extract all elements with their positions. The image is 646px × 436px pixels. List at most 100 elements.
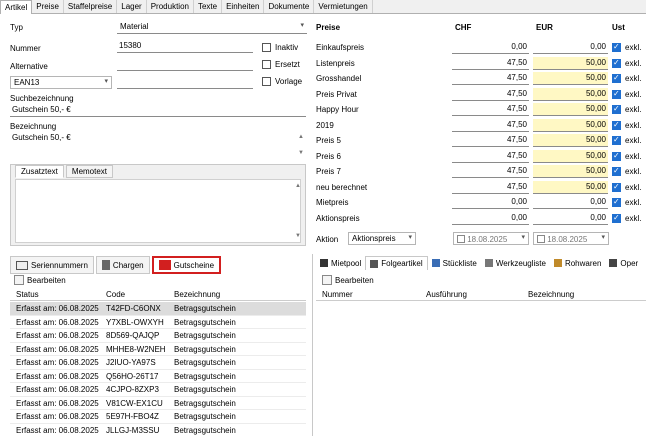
tab-dokumente[interactable]: Dokumente xyxy=(264,0,315,13)
bearbeiten-button-right[interactable]: Bearbeiten xyxy=(322,273,374,287)
scroll-up-icon[interactable]: ▲ xyxy=(295,183,301,189)
table-row[interactable]: Erfasst am: 06.08.2025 8D569-QAJQP Betrags… xyxy=(10,329,306,343)
table-row[interactable]: Erfasst am: 06.08.2025 4CJPO-8ZXP3 Betrags… xyxy=(10,383,306,397)
price-chf-field[interactable]: 47,50 xyxy=(452,149,529,163)
ersetzt-label: Ersetzt xyxy=(275,60,300,69)
tab-einheiten[interactable]: Einheiten xyxy=(222,0,265,13)
aktion-date-from[interactable]: 18.08.2025 ▾ xyxy=(453,232,529,245)
price-eur-field[interactable]: 50,00 xyxy=(533,149,608,163)
table-row[interactable]: Erfasst am: 06.08.2025 Q56HO-26T17 Betrags… xyxy=(10,370,306,383)
tab-stückliste[interactable]: Stückliste xyxy=(428,256,481,270)
ean-field[interactable] xyxy=(117,76,253,89)
ust-checkbox[interactable] xyxy=(612,104,621,114)
tab-vermietungen[interactable]: Vermietungen xyxy=(314,0,373,13)
price-eur-field[interactable]: 50,00 xyxy=(533,72,608,85)
price-chf-field[interactable]: 47,50 xyxy=(452,72,529,85)
typ-select[interactable]: Material ▾ xyxy=(117,21,307,34)
price-chf-field[interactable]: 0,00 xyxy=(452,211,529,225)
ust-label: exkl. xyxy=(625,151,642,161)
scroll-down-icon[interactable]: ▼ xyxy=(295,233,301,239)
suchbezeichnung-field[interactable]: Gutschein 50,- € xyxy=(10,104,306,117)
ust-checkbox[interactable] xyxy=(612,120,621,130)
price-chf-field[interactable]: 47,50 xyxy=(452,118,529,132)
tab-lager[interactable]: Lager xyxy=(117,0,147,13)
bezeichnung-field[interactable]: Gutschein 50,- € xyxy=(10,132,306,159)
scroll-down-icon[interactable]: ▼ xyxy=(298,150,304,156)
splitter[interactable] xyxy=(312,254,313,436)
scroll-up-icon[interactable]: ▲ xyxy=(298,134,304,140)
price-eur-field[interactable]: 50,00 xyxy=(533,103,608,116)
price-eur-field[interactable]: 50,00 xyxy=(533,180,608,194)
table-row[interactable]: Erfasst am: 06.08.2025 Y7XBL-OWXYH Betrags… xyxy=(10,316,306,329)
tab-werkzeugliste[interactable]: Werkzeugliste xyxy=(481,256,550,270)
cell-bez: Betragsgutschein xyxy=(174,398,236,408)
tools-icon xyxy=(484,259,493,267)
vorlage-checkbox[interactable] xyxy=(262,77,271,86)
aktion-select[interactable]: Aktionspreis ▾ xyxy=(348,232,416,245)
price-label: Einkaufspreis xyxy=(316,43,365,52)
ust-checkbox[interactable] xyxy=(612,197,621,207)
date-from-checkbox[interactable] xyxy=(457,235,465,243)
price-eur-field[interactable]: 50,00 xyxy=(533,165,608,178)
bearbeiten-button-left[interactable]: Bearbeiten xyxy=(14,273,66,287)
price-chf-field[interactable]: 47,50 xyxy=(452,165,529,178)
ust-checkbox[interactable] xyxy=(612,213,621,223)
ust-checkbox[interactable] xyxy=(612,135,621,145)
tab-seriennummern[interactable]: Seriennummern xyxy=(10,256,94,274)
tab-texte[interactable]: Texte xyxy=(194,0,223,13)
tab-folgeartikel[interactable]: Folgeartikel xyxy=(365,256,428,270)
price-chf-field[interactable]: 47,50 xyxy=(452,103,529,116)
table-row[interactable]: Erfasst am: 06.08.2025 T42FD-C6ONX Betrags… xyxy=(10,302,306,316)
table-row[interactable]: Erfasst am: 06.08.2025 5E97H-FBO4Z Betrags… xyxy=(10,410,306,424)
ust-checkbox[interactable] xyxy=(612,58,621,68)
voucher-grid-header: Status Code Bezeichnung xyxy=(10,289,306,301)
ersetzt-checkbox[interactable] xyxy=(262,60,271,69)
nummer-field[interactable]: 15380 xyxy=(117,40,253,53)
ust-checkbox[interactable] xyxy=(612,42,621,52)
table-row[interactable]: Erfasst am: 06.08.2025 JLLGJ-M3SSU Betrags… xyxy=(10,424,306,436)
price-chf-field[interactable]: 47,50 xyxy=(452,180,529,194)
chevron-down-icon: ▾ xyxy=(300,22,304,29)
ust-checkbox[interactable] xyxy=(612,182,621,192)
price-eur-field[interactable]: 0,00 xyxy=(533,196,608,209)
cell-status: Erfasst am: 06.08.2025 xyxy=(16,385,99,394)
tab-staffelpreise[interactable]: Staffelpreise xyxy=(64,0,118,13)
price-chf-field[interactable]: 0,00 xyxy=(452,41,529,54)
tab-zusatztext[interactable]: Zusatztext xyxy=(15,165,64,178)
price-chf-field[interactable]: 47,50 xyxy=(452,87,529,101)
cell-code: MHHE8-W2NEH xyxy=(106,344,166,354)
inaktiv-checkbox[interactable] xyxy=(262,43,271,52)
tab-oper[interactable]: Oper xyxy=(605,256,642,270)
ust-checkbox[interactable] xyxy=(612,89,621,99)
tab-mietpool[interactable]: Mietpool xyxy=(316,256,365,270)
tab-chargen[interactable]: Chargen xyxy=(95,256,150,274)
ust-checkbox[interactable] xyxy=(612,73,621,83)
price-chf-field[interactable]: 47,50 xyxy=(452,56,529,70)
tab-memotext[interactable]: Memotext xyxy=(65,165,114,178)
tab-produktion[interactable]: Produktion xyxy=(147,0,194,13)
tab-rohwaren[interactable]: Rohwaren xyxy=(550,256,605,270)
alternative-field[interactable] xyxy=(117,58,253,71)
ust-checkbox[interactable] xyxy=(612,166,621,176)
price-eur-field[interactable]: 50,00 xyxy=(533,118,608,132)
bezeichnung-label: Bezeichnung xyxy=(10,122,57,131)
price-eur-field[interactable]: 50,00 xyxy=(533,87,608,101)
tab-preise[interactable]: Preise xyxy=(32,0,64,13)
aktion-date-to[interactable]: 18.08.2025 ▾ xyxy=(533,232,609,245)
price-eur-field[interactable]: 0,00 xyxy=(533,41,608,54)
ean-select[interactable]: EAN13 ▾ xyxy=(10,76,112,89)
ust-label: exkl. xyxy=(625,120,642,130)
zusatztext-area[interactable] xyxy=(15,179,301,243)
tab-artikel[interactable]: Artikel xyxy=(0,0,33,15)
table-row[interactable]: Erfasst am: 06.08.2025 V81CW-EX1CU Betrags… xyxy=(10,397,306,410)
price-eur-field[interactable]: 0,00 xyxy=(533,211,608,225)
ust-checkbox[interactable] xyxy=(612,151,621,161)
date-to-checkbox[interactable] xyxy=(537,235,545,243)
price-chf-field[interactable]: 47,50 xyxy=(452,134,529,147)
table-row[interactable]: Erfasst am: 06.08.2025 MHHE8-W2NEH Betrags… xyxy=(10,343,306,356)
price-eur-field[interactable]: 50,00 xyxy=(533,134,608,147)
price-chf-field[interactable]: 0,00 xyxy=(452,196,529,209)
table-row[interactable]: Erfasst am: 06.08.2025 J2IUO-YA97S Betrags… xyxy=(10,356,306,370)
price-eur-field[interactable]: 50,00 xyxy=(533,56,608,70)
tab-gutscheine[interactable]: Gutscheine xyxy=(151,256,222,274)
